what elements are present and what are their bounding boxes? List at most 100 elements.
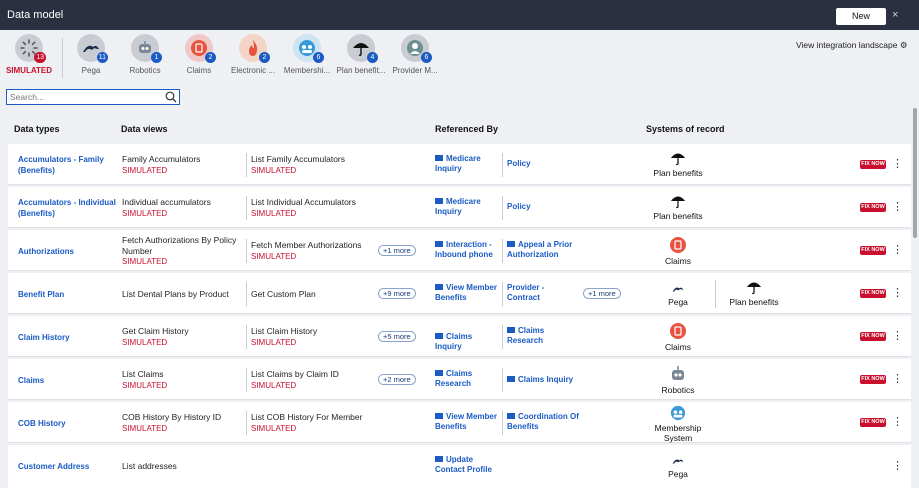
reference-link[interactable]: Appeal a Prior Authorization: [507, 240, 579, 260]
more-views-pill[interactable]: +9 more: [378, 288, 416, 299]
reference-link[interactable]: Provider - Contract: [507, 283, 567, 303]
view-integration-link[interactable]: View integration landscape ⚙: [796, 40, 907, 51]
more-options-icon[interactable]: ⋮: [892, 374, 903, 385]
data-view-name[interactable]: List Claims: [122, 369, 164, 380]
data-view-name[interactable]: Individual accumulators: [122, 197, 211, 208]
fix-now-button[interactable]: FIX NOW: [860, 289, 886, 298]
mail-icon: [435, 456, 443, 462]
divider: [246, 153, 247, 177]
data-type-link[interactable]: COB History: [18, 418, 118, 429]
reference-link[interactable]: View Member Benefits: [435, 412, 499, 432]
source-robotics[interactable]: 1 Robotics: [119, 34, 171, 75]
data-view-name[interactable]: List Individual Accumulators: [251, 197, 356, 208]
data-type-link[interactable]: Benefit Plan: [18, 289, 118, 300]
data-type-link[interactable]: Accumulators - Family (Benefits): [18, 154, 118, 176]
source-plan-benefits[interactable]: 4 Plan benefit...: [335, 34, 387, 75]
data-view-name[interactable]: List COB History For Member: [251, 412, 362, 423]
divider: [502, 368, 503, 392]
more-options-icon[interactable]: ⋮: [892, 331, 903, 342]
source-count-badge: 6: [421, 52, 432, 63]
search-icon[interactable]: [165, 91, 177, 103]
divider: [715, 280, 716, 308]
divider: [502, 325, 503, 349]
column-header-data-types: Data types: [14, 124, 60, 134]
fix-now-button[interactable]: FIX NOW: [860, 203, 886, 212]
more-references-pill[interactable]: +1 more: [583, 288, 621, 299]
reference-link[interactable]: Claims Inquiry: [435, 332, 499, 352]
reference-link[interactable]: Medicare Inquiry: [435, 197, 497, 217]
robot-icon: 1: [131, 34, 162, 63]
data-type-link[interactable]: Accumulators - Individual (Benefits): [18, 197, 118, 219]
divider: [502, 196, 503, 220]
data-type-link[interactable]: Claims: [18, 375, 118, 386]
reference-link[interactable]: Policy: [507, 159, 577, 169]
data-view-name[interactable]: Family Accumulators: [122, 154, 200, 165]
mail-icon: [507, 241, 515, 247]
more-options-icon[interactable]: ⋮: [892, 417, 903, 428]
data-type-link[interactable]: Claim History: [18, 332, 118, 343]
system-label: Membership System: [654, 423, 702, 443]
more-options-icon[interactable]: ⋮: [892, 159, 903, 170]
claims-icon: 2: [185, 34, 216, 63]
data-view-name[interactable]: Fetch Member Authorizations: [251, 240, 362, 251]
source-provider[interactable]: 6 Provider M...: [389, 34, 441, 75]
reference-link[interactable]: Interaction - Inbound phone: [435, 240, 499, 260]
more-views-pill[interactable]: +1 more: [378, 245, 416, 256]
reference-link[interactable]: Medicare Inquiry: [435, 154, 497, 174]
more-views-pill[interactable]: +5 more: [378, 331, 416, 342]
fix-now-button[interactable]: FIX NOW: [860, 246, 886, 255]
reference-link[interactable]: Claims Research: [435, 369, 499, 389]
source-count-badge: 11: [96, 52, 108, 63]
data-view-name[interactable]: Get Claim History: [122, 326, 189, 337]
reference-link[interactable]: Update Contact Profile: [435, 455, 499, 475]
search-input[interactable]: [7, 90, 157, 104]
system-of-record: Plan benefits: [722, 279, 786, 307]
system-label: Pega: [668, 297, 688, 307]
more-views-pill[interactable]: +2 more: [378, 374, 416, 385]
more-options-icon[interactable]: ⋮: [892, 245, 903, 256]
mail-icon: [435, 333, 443, 339]
reference-link[interactable]: Claims Research: [507, 326, 579, 346]
data-view-name[interactable]: List Claim History: [251, 326, 317, 337]
source-pega[interactable]: 11 Pega: [65, 34, 117, 75]
fix-now-button[interactable]: FIX NOW: [860, 418, 886, 427]
source-label: Electronic ...: [230, 66, 275, 75]
fix-now-button[interactable]: FIX NOW: [860, 332, 886, 341]
data-view-name[interactable]: List addresses: [122, 461, 177, 472]
source-membership[interactable]: 6 Membershi...: [281, 34, 333, 75]
data-view-name[interactable]: List Dental Plans by Product: [122, 289, 229, 300]
new-button[interactable]: New: [836, 8, 886, 25]
data-view-name[interactable]: COB History By History ID: [122, 412, 221, 423]
system-label: Plan benefits: [653, 168, 703, 178]
data-type-link[interactable]: Authorizations: [18, 246, 118, 257]
more-options-icon[interactable]: ⋮: [892, 288, 903, 299]
reference-link[interactable]: Claims Inquiry: [507, 375, 579, 385]
source-count-badge: 1: [151, 52, 162, 63]
spinner-icon: 13: [15, 34, 46, 63]
source-claims[interactable]: 2 Claims: [173, 34, 225, 75]
data-view-name[interactable]: Fetch Authorizations By Policy Number: [122, 235, 242, 257]
search-box: [6, 89, 180, 105]
reference-link[interactable]: Coordination Of Benefits: [507, 412, 579, 432]
more-options-icon[interactable]: ⋮: [892, 202, 903, 213]
fix-now-button[interactable]: FIX NOW: [860, 160, 886, 169]
divider: [246, 411, 247, 435]
mail-icon: [435, 284, 443, 290]
data-view-name[interactable]: Get Custom Plan: [251, 289, 316, 300]
source-simulated[interactable]: 13 SIMULATED: [3, 34, 55, 75]
data-type-link[interactable]: Customer Address: [18, 461, 118, 472]
data-view-name[interactable]: List Claims by Claim ID: [251, 369, 339, 380]
reference-link[interactable]: View Member Benefits: [435, 283, 499, 303]
simulated-tag: SIMULATED: [122, 338, 168, 347]
close-icon[interactable]: ×: [892, 9, 898, 21]
umbrella-icon: 4: [347, 34, 378, 63]
source-electronic[interactable]: 2 Electronic ...: [227, 34, 279, 75]
reference-link[interactable]: Policy: [507, 202, 577, 212]
scrollbar[interactable]: [913, 108, 917, 238]
divider: [62, 38, 63, 78]
fix-now-button[interactable]: FIX NOW: [860, 375, 886, 384]
umbrella-icon: [746, 282, 762, 295]
data-view-name[interactable]: List Family Accumulators: [251, 154, 345, 165]
simulated-tag: SIMULATED: [122, 424, 168, 433]
more-options-icon[interactable]: ⋮: [892, 461, 903, 472]
